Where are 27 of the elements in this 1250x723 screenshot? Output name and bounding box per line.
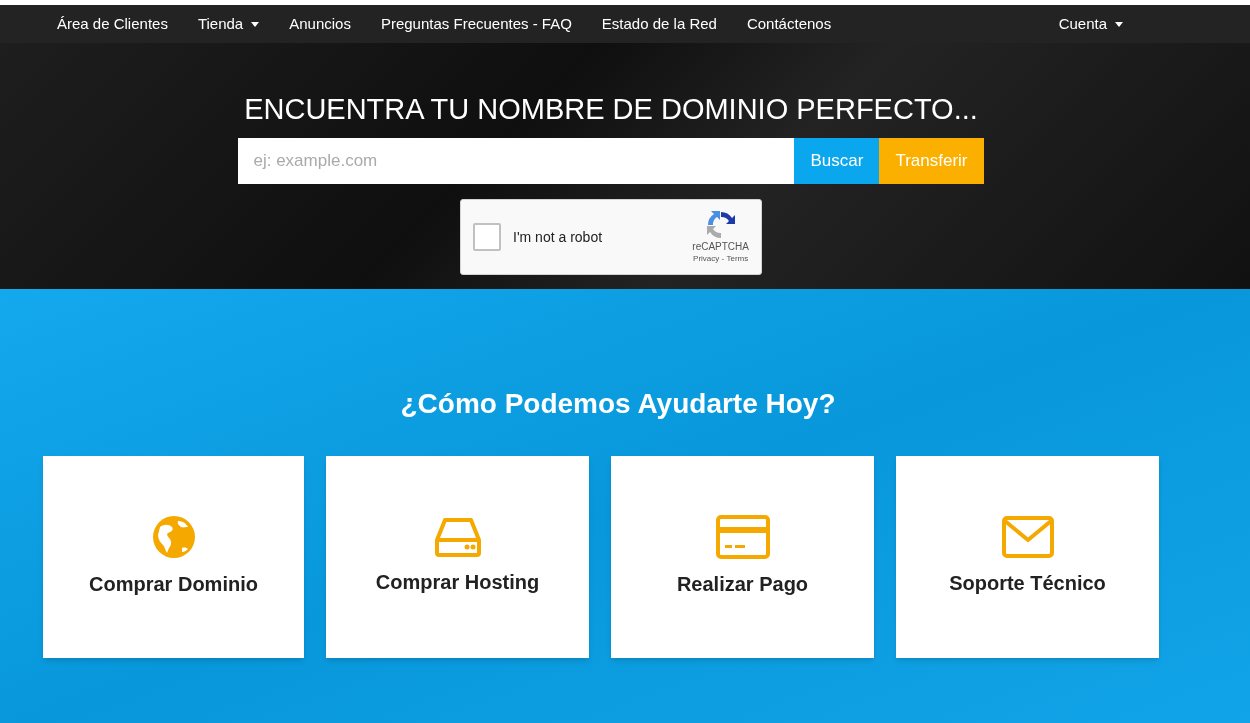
nav-dropdown[interactable]: Tienda [182, 5, 275, 43]
caret-icon [1115, 21, 1123, 27]
nav-link[interactable]: Anuncios [274, 5, 366, 43]
terms-link[interactable]: Terms [726, 253, 749, 265]
nav-link[interactable]: Área de Clientes [42, 5, 183, 43]
service-card[interactable]: Comprar Dominio [43, 456, 304, 658]
hard-drive-icon [434, 517, 481, 557]
recaptcha-logo-icon [704, 209, 737, 241]
hero-title: ENCUENTRA TU NOMBRE DE DOMINIO PERFECTO... [244, 92, 978, 127]
caret-icon [251, 21, 260, 27]
recaptcha-brand: reCAPTCHA [692, 241, 749, 253]
service-card[interactable]: Soporte Técnico [896, 456, 1159, 658]
service-card[interactable]: Comprar Hosting [326, 456, 589, 658]
section-heading: ¿Cómo Podemos Ayudarte Hoy? [399, 387, 837, 421]
captcha-checkbox[interactable] [473, 223, 501, 251]
nav-link[interactable]: Estado de la Red [586, 5, 732, 43]
domain-search-field[interactable]: ej: example.com [238, 138, 795, 184]
credit-card-icon [715, 515, 770, 559]
link-separator: - [720, 253, 726, 265]
nav-dropdown[interactable]: Cuenta [1043, 5, 1138, 43]
service-card[interactable]: Realizar Pago [611, 456, 874, 658]
envelope-icon [1001, 516, 1054, 558]
privacy-link[interactable]: Privacy [693, 253, 720, 265]
nav-link[interactable]: Contáctenos [731, 5, 847, 43]
captcha-label: I'm not a robot [513, 227, 603, 247]
globe-icon [151, 515, 196, 559]
nav-link[interactable]: Preguntas Frecuentes - FAQ [365, 5, 587, 43]
